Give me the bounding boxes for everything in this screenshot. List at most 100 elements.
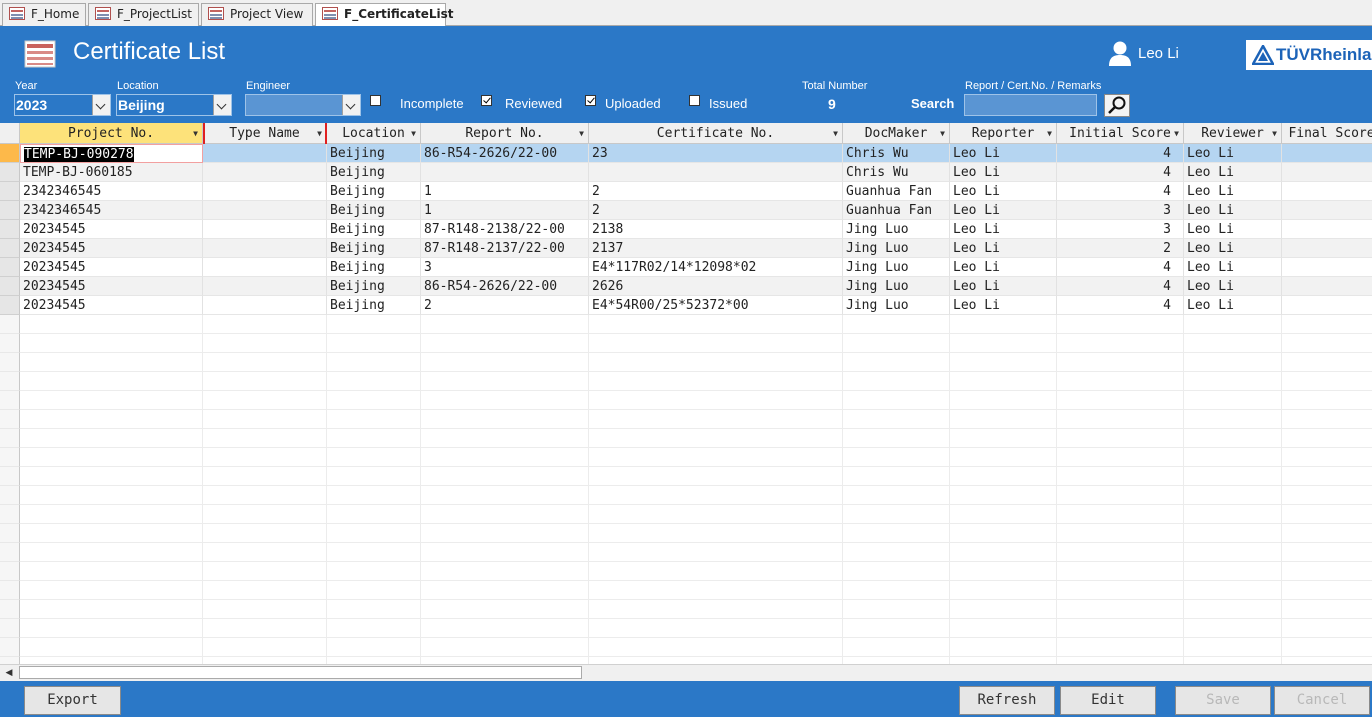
row-selector[interactable] [0,182,20,201]
cell-certificate-no[interactable]: 2138 [589,220,843,239]
cell-reviewer[interactable]: Leo Li [1184,277,1282,296]
cell-report-no[interactable]: 86-R54-2626/22-00 [421,277,589,296]
cell-project-no[interactable]: 20234545 [20,296,203,315]
cell-reporter[interactable]: Leo Li [950,163,1057,182]
cell-reviewer[interactable]: Leo Li [1184,201,1282,220]
cell-reporter[interactable]: Leo Li [950,220,1057,239]
column-header-certificate-no[interactable]: Certificate No. ▼ [589,123,843,144]
filter-dropdown-icon[interactable]: ▼ [411,123,416,143]
filter-dropdown-icon[interactable]: ▼ [193,123,198,143]
cell-location[interactable]: Beijing [327,239,421,258]
column-header-docmaker[interactable]: DocMaker ▼ [843,123,950,144]
cell-initial-score[interactable]: 4 [1057,296,1184,315]
cell-reporter[interactable]: Leo Li [950,182,1057,201]
cell-initial-score[interactable]: 4 [1057,258,1184,277]
cell-certificate-no[interactable]: 2 [589,182,843,201]
row-selector[interactable] [0,277,20,296]
chevron-down-icon[interactable] [213,95,231,115]
cell-initial-score[interactable]: 4 [1057,277,1184,296]
cell-reviewer[interactable]: Leo Li [1184,239,1282,258]
cell-docmaker[interactable]: Jing Luo [843,239,950,258]
cell-certificate-no[interactable]: E4*54R00/25*52372*00 [589,296,843,315]
column-header-reviewer[interactable]: Reviewer ▼ [1184,123,1282,144]
cell-reviewer[interactable]: Leo Li [1184,144,1282,163]
row-selector[interactable] [0,258,20,277]
certificate-datasheet[interactable]: Project No. ▼ Type Name ▼ Location ▼ Report No… [0,123,1372,664]
cancel-button[interactable]: Cancel [1274,686,1370,715]
chevron-down-icon[interactable] [342,95,360,115]
cell-reporter[interactable]: Leo Li [950,239,1057,258]
cell-location[interactable]: Beijing [327,163,421,182]
cell-type-name[interactable] [203,220,327,239]
row-selector[interactable] [0,220,20,239]
cell-certificate-no[interactable]: 2626 [589,277,843,296]
cell-initial-score[interactable]: 3 [1057,201,1184,220]
cell-final-score[interactable] [1282,182,1372,201]
cell-type-name[interactable] [203,258,327,277]
cell-certificate-no[interactable] [589,163,843,182]
export-button[interactable]: Export [24,686,121,715]
cell-report-no[interactable]: 3 [421,258,589,277]
filter-dropdown-icon[interactable]: ▼ [579,123,584,143]
cell-final-score[interactable] [1282,201,1372,220]
cell-final-score[interactable] [1282,296,1372,315]
cell-location[interactable]: Beijing [327,201,421,220]
filter-dropdown-icon[interactable]: ▼ [1047,123,1052,143]
column-header-project-no[interactable]: Project No. ▼ [20,123,203,144]
cell-type-name[interactable] [203,277,327,296]
cell-report-no[interactable]: 87-R148-2137/22-00 [421,239,589,258]
scroll-left-icon[interactable]: ◀ [2,667,16,679]
cell-report-no[interactable]: 87-R148-2138/22-00 [421,220,589,239]
cell-project-no[interactable]: 20234545 [20,220,203,239]
cell-project-no[interactable]: TEMP-BJ-060185 [20,163,203,182]
tab-f-home[interactable]: F_Home [2,3,86,26]
incomplete-checkbox[interactable] [370,95,381,106]
cell-docmaker[interactable]: Jing Luo [843,258,950,277]
cell-docmaker[interactable]: Guanhua Fan [843,182,950,201]
cell-final-score[interactable] [1282,144,1372,163]
cell-location[interactable]: Beijing [327,144,421,163]
cell-initial-score[interactable]: 4 [1057,182,1184,201]
cell-certificate-no[interactable]: 2 [589,201,843,220]
cell-reviewer[interactable]: Leo Li [1184,296,1282,315]
tab-f-certificatelist[interactable]: F_CertificateList [315,3,454,27]
issued-checkbox[interactable] [689,95,700,106]
location-combo[interactable]: Beijing [116,94,232,116]
column-header-location[interactable]: Location ▼ [327,123,421,144]
cell-docmaker[interactable]: Jing Luo [843,277,950,296]
cell-report-no[interactable]: 1 [421,201,589,220]
cell-type-name[interactable] [203,144,327,163]
filter-dropdown-icon[interactable]: ▼ [940,123,945,143]
cell-certificate-no[interactable]: 2137 [589,239,843,258]
cell-reviewer[interactable]: Leo Li [1184,258,1282,277]
cell-project-no[interactable]: 20234545 [20,239,203,258]
scrollbar-thumb[interactable] [19,666,582,679]
cell-docmaker[interactable]: Jing Luo [843,296,950,315]
cell-type-name[interactable] [203,201,327,220]
cell-project-no[interactable]: 2342346545 [20,182,203,201]
row-selector[interactable] [0,239,20,258]
cell-location[interactable]: Beijing [327,258,421,277]
search-button[interactable] [1104,94,1130,117]
engineer-combo[interactable] [245,94,361,116]
row-selector[interactable] [0,296,20,315]
filter-dropdown-icon[interactable]: ▼ [1272,123,1277,143]
cell-location[interactable]: Beijing [327,182,421,201]
cell-reporter[interactable]: Leo Li [950,201,1057,220]
cell-reporter[interactable]: Leo Li [950,144,1057,163]
cell-certificate-no[interactable]: 23 [589,144,843,163]
reviewed-checkbox[interactable] [481,95,492,106]
cell-project-no[interactable]: 20234545 [20,258,203,277]
cell-project-no[interactable]: TEMP-BJ-090278 [20,144,203,163]
save-button[interactable]: Save [1175,686,1271,715]
cell-final-score[interactable] [1282,220,1372,239]
cell-docmaker[interactable]: Jing Luo [843,220,950,239]
cell-report-no[interactable] [421,163,589,182]
cell-final-score[interactable] [1282,163,1372,182]
cell-reviewer[interactable]: Leo Li [1184,163,1282,182]
year-combo[interactable]: 2023 [14,94,111,116]
row-selector[interactable] [0,144,20,163]
cell-docmaker[interactable]: Chris Wu [843,163,950,182]
tab-f-projectlist[interactable]: F_ProjectList [88,3,199,26]
cell-report-no[interactable]: 2 [421,296,589,315]
